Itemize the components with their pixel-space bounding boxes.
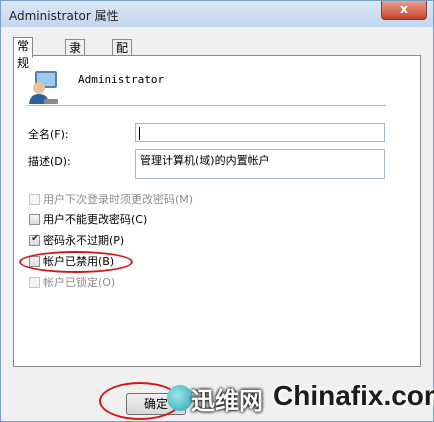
tab-general[interactable]: 常规 <box>13 37 34 70</box>
checkbox-label: 用户不能更改密码(C) <box>43 213 148 226</box>
tab-profile[interactable]: 配置文件 <box>112 39 133 106</box>
checkbox-label: 密码永不过期(P) <box>43 234 125 247</box>
checkbox-box[interactable] <box>29 194 40 205</box>
fullname-field[interactable] <box>135 123 385 142</box>
watermark: 迅维网 Chinafix.com <box>161 377 434 421</box>
watermark-logo-icon <box>167 385 193 411</box>
username-label: Administrator <box>78 73 165 86</box>
watermark-en: Chinafix.com <box>273 380 434 411</box>
checkbox-label: 用户下次登录时须更改密码(M) <box>43 193 194 206</box>
checkbox-box[interactable] <box>29 214 40 225</box>
check-mark-icon: ✔ <box>31 233 40 244</box>
checkbox-label: 帐户已锁定(O) <box>43 276 116 289</box>
description-value: 管理计算机(域)的内置帐户 <box>140 154 270 167</box>
highlight-ring <box>19 251 133 273</box>
tab-member-of[interactable]: 隶属于 <box>65 39 86 89</box>
description-label: 描述(D): <box>28 155 71 168</box>
description-field[interactable]: 管理计算机(域)的内置帐户 <box>135 149 385 179</box>
divider <box>26 105 386 106</box>
close-button[interactable]: x <box>381 1 427 20</box>
user-account-icon <box>29 71 58 104</box>
window-title: Administrator 属性 <box>9 9 119 23</box>
text-caret <box>139 127 140 140</box>
title-bar[interactable]: Administrator 属性 x <box>1 1 433 27</box>
checkbox-box[interactable]: ✔ <box>29 233 40 246</box>
fullname-label: 全名(F): <box>28 128 69 141</box>
watermark-cn: 迅维网 <box>191 387 263 415</box>
properties-dialog: Administrator 属性 x 常规 隶属于 配置文件 Administr… <box>0 0 434 422</box>
checkbox-box[interactable] <box>29 277 40 288</box>
general-tab-panel: Administrator 全名(F): 描述(D): 管理计算机(域)的内置帐… <box>13 55 421 367</box>
